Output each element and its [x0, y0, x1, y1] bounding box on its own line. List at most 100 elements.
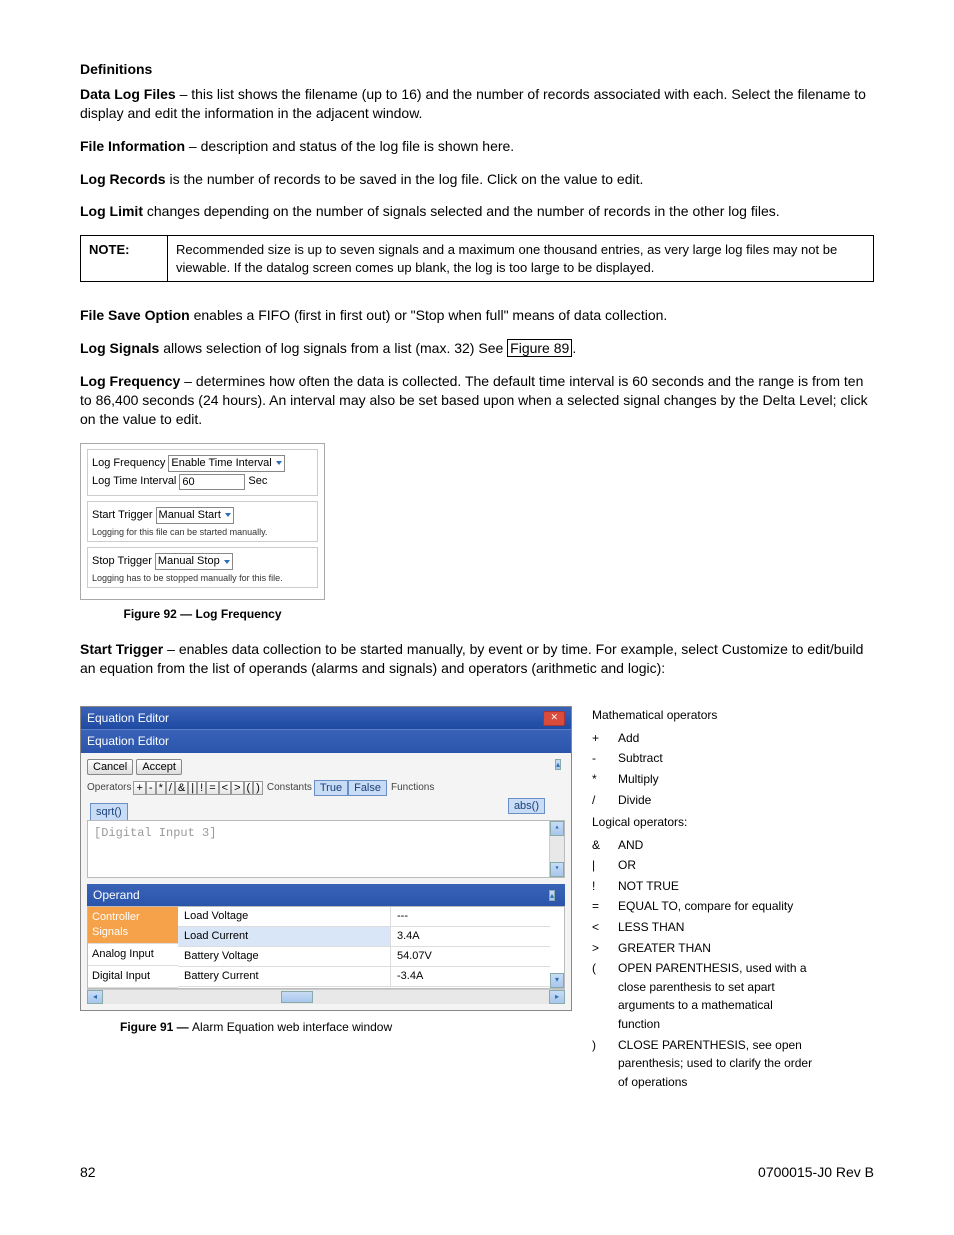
- accept-button[interactable]: Accept: [136, 759, 182, 775]
- operator-description: Multiply: [618, 770, 659, 789]
- cancel-button[interactable]: Cancel: [87, 759, 133, 775]
- para-data-log-files: Data Log Files – this list shows the fil…: [80, 85, 874, 123]
- term-file-information: File Information: [80, 138, 185, 154]
- figure-91-text: Alarm Equation web interface window: [192, 1020, 392, 1034]
- figure-91-caption: Figure 91 — Alarm Equation web interface…: [120, 1019, 572, 1035]
- function-button[interactable]: abs(): [508, 798, 545, 814]
- operator-button[interactable]: &: [175, 781, 188, 795]
- figure-89-link[interactable]: Figure 89: [507, 339, 572, 357]
- chevron-down-icon: [224, 560, 230, 564]
- signal-value: 3.4A: [391, 927, 550, 946]
- operator-description: EQUAL TO, compare for equality: [618, 897, 793, 916]
- signal-row[interactable]: Battery Current-3.4A: [178, 967, 550, 987]
- scroll-left-button[interactable]: ◂: [87, 990, 103, 1004]
- start-trigger-dropdown[interactable]: Manual Start: [156, 507, 234, 524]
- operator-symbol: |: [592, 856, 604, 875]
- log-frequency-label: Log Frequency: [92, 456, 165, 471]
- constant-button[interactable]: False: [348, 780, 387, 796]
- body-log-signals-after: .: [572, 340, 576, 356]
- operators-label: Operators: [87, 781, 131, 795]
- tab-analog-input[interactable]: Analog Input: [88, 944, 178, 966]
- signal-value: -3.4A: [391, 967, 550, 986]
- scroll-up-button[interactable]: ▴: [550, 821, 564, 836]
- operator-description: AND: [618, 836, 643, 855]
- operator-legend-row: -Subtract: [592, 749, 818, 768]
- operator-legend-row: | OR: [592, 856, 818, 875]
- term-start-trigger: Start Trigger: [80, 641, 163, 657]
- signal-row[interactable]: Battery Voltage54.07V: [178, 947, 550, 967]
- operator-description: Subtract: [618, 749, 663, 768]
- start-trigger-dropdown-value: Manual Start: [159, 508, 221, 523]
- equation-editor-subtitle: Equation Editor: [81, 729, 571, 752]
- operator-legend-row: (OPEN PARENTHESIS, used with a close par…: [592, 959, 818, 1033]
- operator-symbol: +: [592, 729, 604, 748]
- log-time-interval-label: Log Time Interval: [92, 474, 176, 489]
- signal-name: Battery Voltage: [178, 947, 391, 966]
- scrollbar-thumb[interactable]: [281, 991, 313, 1003]
- figure-92-caption: Figure 92 — Log Frequency: [80, 606, 325, 622]
- operator-button[interactable]: =: [206, 781, 218, 795]
- body-log-limit: changes depending on the number of signa…: [143, 203, 780, 219]
- operator-description: OPEN PARENTHESIS, used with a close pare…: [618, 959, 818, 1033]
- operator-button[interactable]: !: [197, 781, 206, 795]
- body-file-information: – description and status of the log file…: [185, 138, 514, 154]
- scroll-down-button[interactable]: ▾: [550, 973, 564, 988]
- operator-button[interactable]: (: [244, 781, 254, 795]
- operator-description: NOT TRUE: [618, 877, 679, 896]
- log-frequency-dropdown[interactable]: Enable Time Interval: [168, 455, 284, 472]
- operator-symbol: !: [592, 877, 604, 896]
- chevron-down-icon: [225, 513, 231, 517]
- body-log-signals-before: allows selection of log signals from a l…: [159, 340, 507, 356]
- constant-button[interactable]: True: [314, 780, 348, 796]
- term-log-signals: Log Signals: [80, 340, 159, 356]
- operator-description: OR: [618, 856, 636, 875]
- signal-row[interactable]: Load Current3.4A: [178, 927, 550, 947]
- operand-header: Operand ▴: [87, 884, 565, 906]
- operator-legend-row: ! NOT TRUE: [592, 877, 818, 896]
- operator-button[interactable]: +: [133, 781, 145, 795]
- body-log-records: is the number of records to be saved in …: [166, 171, 644, 187]
- log-time-interval-input[interactable]: [179, 474, 245, 490]
- stop-trigger-dropdown[interactable]: Manual Stop: [155, 553, 233, 570]
- operator-description: GREATER THAN: [618, 939, 711, 958]
- stop-trigger-note: Logging has to be stopped manually for t…: [92, 572, 313, 584]
- expression-textarea[interactable]: [Digital Input 3] ▴ ▾: [87, 820, 565, 878]
- tab-digital-input[interactable]: Digital Input: [88, 966, 178, 988]
- operator-button[interactable]: *: [156, 781, 166, 795]
- operator-button[interactable]: -: [146, 781, 156, 795]
- para-log-frequency: Log Frequency – determines how often the…: [80, 372, 874, 429]
- operator-button[interactable]: |: [188, 781, 197, 795]
- operator-symbol: -: [592, 749, 604, 768]
- term-log-limit: Log Limit: [80, 203, 143, 219]
- equation-editor-window: Equation Editor ✕ Equation Editor ▴ Canc…: [80, 706, 572, 1011]
- signal-name: Battery Current: [178, 967, 391, 986]
- operator-symbol: <: [592, 918, 604, 937]
- body-file-save-option: enables a FIFO (first in first out) or "…: [190, 307, 668, 323]
- functions-label: Functions: [391, 781, 434, 795]
- stop-trigger-label: Stop Trigger: [92, 554, 152, 569]
- operator-button[interactable]: <: [219, 781, 231, 795]
- close-button[interactable]: ✕: [543, 711, 565, 726]
- operator-button[interactable]: ): [253, 781, 263, 795]
- para-file-information: File Information – description and statu…: [80, 137, 874, 156]
- signal-row[interactable]: Load Voltage---: [178, 907, 550, 927]
- operator-button[interactable]: >: [231, 781, 243, 795]
- para-log-signals: Log Signals allows selection of log sign…: [80, 339, 874, 358]
- scroll-down-button[interactable]: ▾: [550, 862, 564, 877]
- scroll-up-button[interactable]: ▴: [549, 890, 555, 901]
- scroll-right-button[interactable]: ▸: [549, 990, 565, 1004]
- operator-description: CLOSE PARENTHESIS, see open parenthesis;…: [618, 1036, 818, 1092]
- operator-symbol: >: [592, 939, 604, 958]
- expression-text: [Digital Input 3]: [94, 826, 216, 840]
- start-trigger-note: Logging for this file can be started man…: [92, 526, 313, 538]
- scroll-up-button[interactable]: ▴: [555, 759, 561, 770]
- tab-controller-signals[interactable]: Controller Signals: [88, 907, 178, 944]
- operator-button[interactable]: /: [166, 781, 175, 795]
- signal-value: ---: [391, 907, 550, 926]
- operator-description: LESS THAN: [618, 918, 684, 937]
- operator-legend-row: )CLOSE PARENTHESIS, see open parenthesis…: [592, 1036, 818, 1092]
- operator-legend-row: = EQUAL TO, compare for equality: [592, 897, 818, 916]
- start-trigger-label: Start Trigger: [92, 508, 153, 523]
- horizontal-scrollbar[interactable]: ◂ ▸: [87, 989, 565, 1004]
- operator-symbol: =: [592, 897, 604, 916]
